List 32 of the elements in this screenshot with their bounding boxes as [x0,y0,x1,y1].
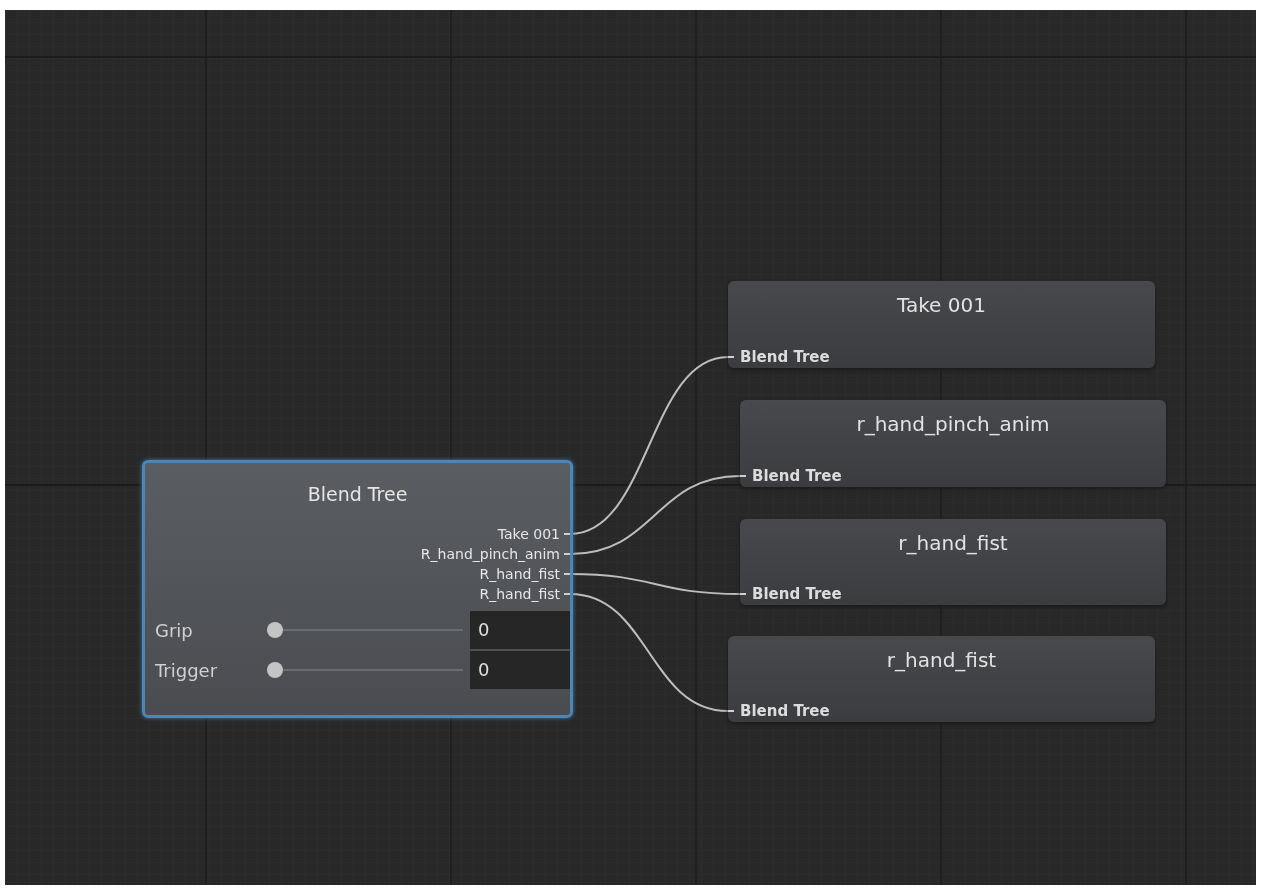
value-field[interactable]: 0 [470,651,570,689]
port-connector[interactable] [564,553,570,555]
port-connector[interactable] [740,475,746,477]
slider-thumb[interactable] [267,622,283,638]
value-field[interactable]: 0 [470,611,570,649]
node-title: Take 001 [897,293,986,317]
node-title: r_hand_fist [886,648,997,672]
node-title: r_hand_fist [898,531,1008,555]
port-connector[interactable] [564,573,570,575]
node-title: r_hand_pinch_anim [856,412,1050,436]
input-label: Blend Tree [740,702,830,720]
clip-node[interactable]: r_hand_fist Blend Tree [740,519,1166,605]
slider-thumb[interactable] [267,662,283,678]
input-label: Blend Tree [740,348,830,366]
port-connector[interactable] [564,593,570,595]
port-connector[interactable] [728,356,734,358]
output-label: R_hand_fist [479,585,560,603]
output-label: Take 001 [497,525,560,543]
parameter-label: Grip [155,619,194,641]
port-connector[interactable] [728,710,734,712]
parameter-label: Trigger [155,659,219,681]
blend-tree-node[interactable]: Blend Tree Take 001 R_hand_pinch_anim R_hand_fist R_hand_fist Grip 0 Trigger 0 [142,460,573,718]
port-connector[interactable] [564,533,570,535]
output-label: R_hand_pinch_anim [420,545,560,563]
clip-node[interactable]: Take 001 Blend Tree [728,281,1155,368]
input-label: Blend Tree [752,467,842,485]
port-connector[interactable] [740,593,746,595]
clip-node[interactable]: r_hand_fist Blend Tree [728,636,1155,722]
input-label: Blend Tree [752,585,842,603]
clip-node[interactable]: r_hand_pinch_anim Blend Tree [740,400,1166,487]
node-title: Blend Tree [307,483,408,505]
output-label: R_hand_fist [479,565,560,583]
